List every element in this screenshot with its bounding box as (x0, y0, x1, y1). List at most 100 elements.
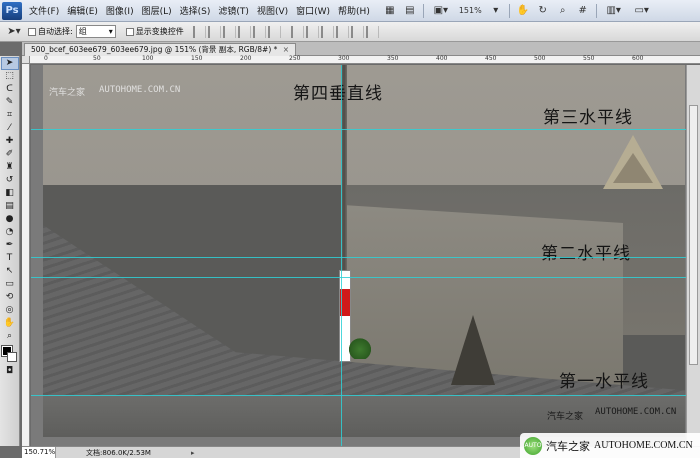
menu-select[interactable]: 选择(S) (176, 4, 215, 17)
ruler-tick-label: 250 (289, 55, 301, 62)
align-right-icon[interactable] (267, 25, 281, 38)
guide-horizontal[interactable] (31, 129, 700, 130)
distribute-top-icon[interactable] (290, 25, 304, 38)
minibridge-icon[interactable]: ▤ (401, 3, 419, 19)
plant (349, 335, 371, 359)
distribute-bottom-icon[interactable] (320, 25, 334, 38)
menu-filter[interactable]: 滤镜(T) (214, 4, 253, 17)
ps-logo-icon[interactable]: Ps (2, 1, 22, 20)
crop-tool-icon[interactable]: ⌗ (2, 110, 18, 121)
eyedropper-tool-icon[interactable]: ⁄ (2, 123, 18, 134)
show-transform-checkbox[interactable] (125, 27, 134, 36)
site-watermark-url: AUTOHOME.COM.CN (594, 440, 693, 451)
move-tool-preset-icon[interactable]: ➤▾ (5, 24, 23, 40)
status-zoom-field[interactable]: 150.71% (22, 447, 56, 458)
vertical-scrollbar[interactable] (686, 65, 700, 446)
ruler-tick-label: 150 (191, 55, 203, 62)
watermark-bottom-cn: 汽车之家 (547, 412, 584, 422)
brush-tool-icon[interactable]: ✐ (2, 149, 18, 160)
close-icon[interactable]: × (283, 45, 289, 54)
photoshop-window: Ps 文件(F) 编辑(E) 图像(I) 图层(L) 选择(S) 滤镜(T) 视… (0, 0, 700, 458)
auto-select-checkbox[interactable] (28, 27, 36, 36)
scrollbar-thumb[interactable] (689, 105, 698, 365)
menu-window[interactable]: 窗口(W) (292, 4, 334, 17)
3d-rotate-tool-icon[interactable]: ⟲ (2, 292, 18, 303)
rotate-view-icon[interactable]: ↻ (534, 3, 552, 19)
menu-edit[interactable]: 编辑(E) (63, 4, 102, 17)
distribute-buttons (290, 25, 380, 38)
dodge-tool-icon[interactable]: ◔ (2, 227, 18, 238)
ruler-tick-label: 50 (93, 55, 101, 62)
grid-icon[interactable]: # (574, 3, 592, 19)
hand-tool-icon[interactable]: ✋ (2, 318, 18, 329)
quick-select-tool-icon[interactable]: ✎ (2, 97, 18, 108)
zoom-level-readout[interactable]: 151% (459, 6, 482, 15)
history-brush-tool-icon[interactable]: ↺ (2, 175, 18, 186)
screen-mode-icon[interactable]: ▭▾ (629, 3, 655, 19)
marquee-tool-icon[interactable]: ⬚ (2, 71, 18, 82)
move-tool-icon[interactable]: ➤ (0, 57, 19, 70)
menu-view[interactable]: 视图(V) (253, 4, 292, 17)
pen-tool-icon[interactable]: ✒ (2, 240, 18, 251)
vertical-ruler[interactable] (22, 64, 30, 446)
ruler-tick-label: 200 (240, 55, 252, 62)
path-select-tool-icon[interactable]: ↖ (2, 266, 18, 277)
3d-orbit-tool-icon[interactable]: ◎ (2, 305, 18, 316)
guide-horizontal[interactable] (31, 277, 700, 278)
type-tool-icon[interactable]: T (2, 253, 18, 264)
distribute-left-icon[interactable] (335, 25, 349, 38)
arrange-documents-icon[interactable]: ▥▾ (601, 3, 627, 19)
guide-horizontal[interactable] (31, 395, 700, 396)
menu-help[interactable]: 帮助(H) (334, 4, 374, 17)
ruler-tick-label: 500 (534, 55, 546, 62)
chevron-right-icon[interactable]: ▸ (191, 449, 195, 457)
distribute-vcenter-icon[interactable] (305, 25, 319, 38)
canvas-area[interactable]: 汽车之家 AUTOHOME.COM.CN 汽车之家 AUTOHOME.COM.C… (31, 65, 700, 446)
document-tab-bar: 500_bcef_603ee679_603ee679.jpg @ 151% (背… (22, 42, 700, 56)
watermark-top-cn: 汽车之家 (49, 88, 86, 98)
guide-vertical[interactable] (341, 65, 342, 446)
auto-select-dropdown[interactable]: 组 ▾ (75, 25, 116, 38)
gradient-tool-icon[interactable]: ▤ (2, 201, 18, 212)
hand-tool-icon[interactable]: ✋ (514, 3, 532, 19)
distribute-hcenter-icon[interactable] (350, 25, 364, 38)
label-second-horizontal-line: 第二水平线 (541, 244, 631, 264)
separator (422, 3, 424, 18)
ruler-origin[interactable] (22, 56, 30, 64)
align-left-icon[interactable] (237, 25, 251, 38)
zoom-tool-icon[interactable]: ⌕ (554, 3, 572, 19)
chevron-down-icon: ▾ (108, 27, 113, 36)
menu-image[interactable]: 图像(I) (102, 4, 138, 17)
guide-horizontal[interactable] (31, 257, 700, 258)
blur-tool-icon[interactable]: ● (2, 214, 18, 225)
color-swatches (0, 345, 19, 364)
horizontal-ruler[interactable]: 0 50 100 150 200 250 300 350 400 450 500… (30, 55, 700, 64)
document-tab[interactable]: 500_bcef_603ee679_603ee679.jpg @ 151% (背… (24, 43, 297, 56)
warning-sign-icon (603, 135, 663, 189)
align-bottom-icon[interactable] (222, 25, 236, 38)
bridge-icon[interactable]: ▦ (381, 3, 399, 19)
distribute-right-icon[interactable] (365, 25, 379, 38)
zoom-menu-icon[interactable]: ▾ (487, 3, 505, 19)
healing-brush-tool-icon[interactable]: ✚ (2, 136, 18, 147)
ruler-tick-label: 600 (632, 55, 644, 62)
ruler-tick-label: 100 (142, 55, 154, 62)
ruler-tick-label: 300 (338, 55, 350, 62)
background-color-swatch[interactable] (7, 352, 17, 362)
align-hcenter-icon[interactable] (252, 25, 266, 38)
quick-mask-icon[interactable]: ◘ (2, 366, 18, 377)
shape-tool-icon[interactable]: ▭ (2, 279, 18, 290)
ground (43, 395, 685, 437)
ruler-tick-label: 450 (485, 55, 497, 62)
menu-layer[interactable]: 图层(L) (138, 4, 176, 17)
eraser-tool-icon[interactable]: ◧ (2, 188, 18, 199)
label-third-horizontal-line: 第三水平线 (543, 108, 633, 128)
zoom-tool-icon[interactable]: ⌕ (2, 331, 18, 342)
status-doc-info[interactable]: 文档:806.0K/2.53M (56, 448, 151, 458)
lasso-tool-icon[interactable]: ᑕ (2, 84, 18, 95)
view-extras-icon[interactable]: ▣▾ (428, 3, 454, 19)
menu-file[interactable]: 文件(F) (25, 4, 63, 17)
align-top-icon[interactable] (192, 25, 206, 38)
clone-stamp-tool-icon[interactable]: ♜ (2, 162, 18, 173)
align-vcenter-icon[interactable] (207, 25, 221, 38)
